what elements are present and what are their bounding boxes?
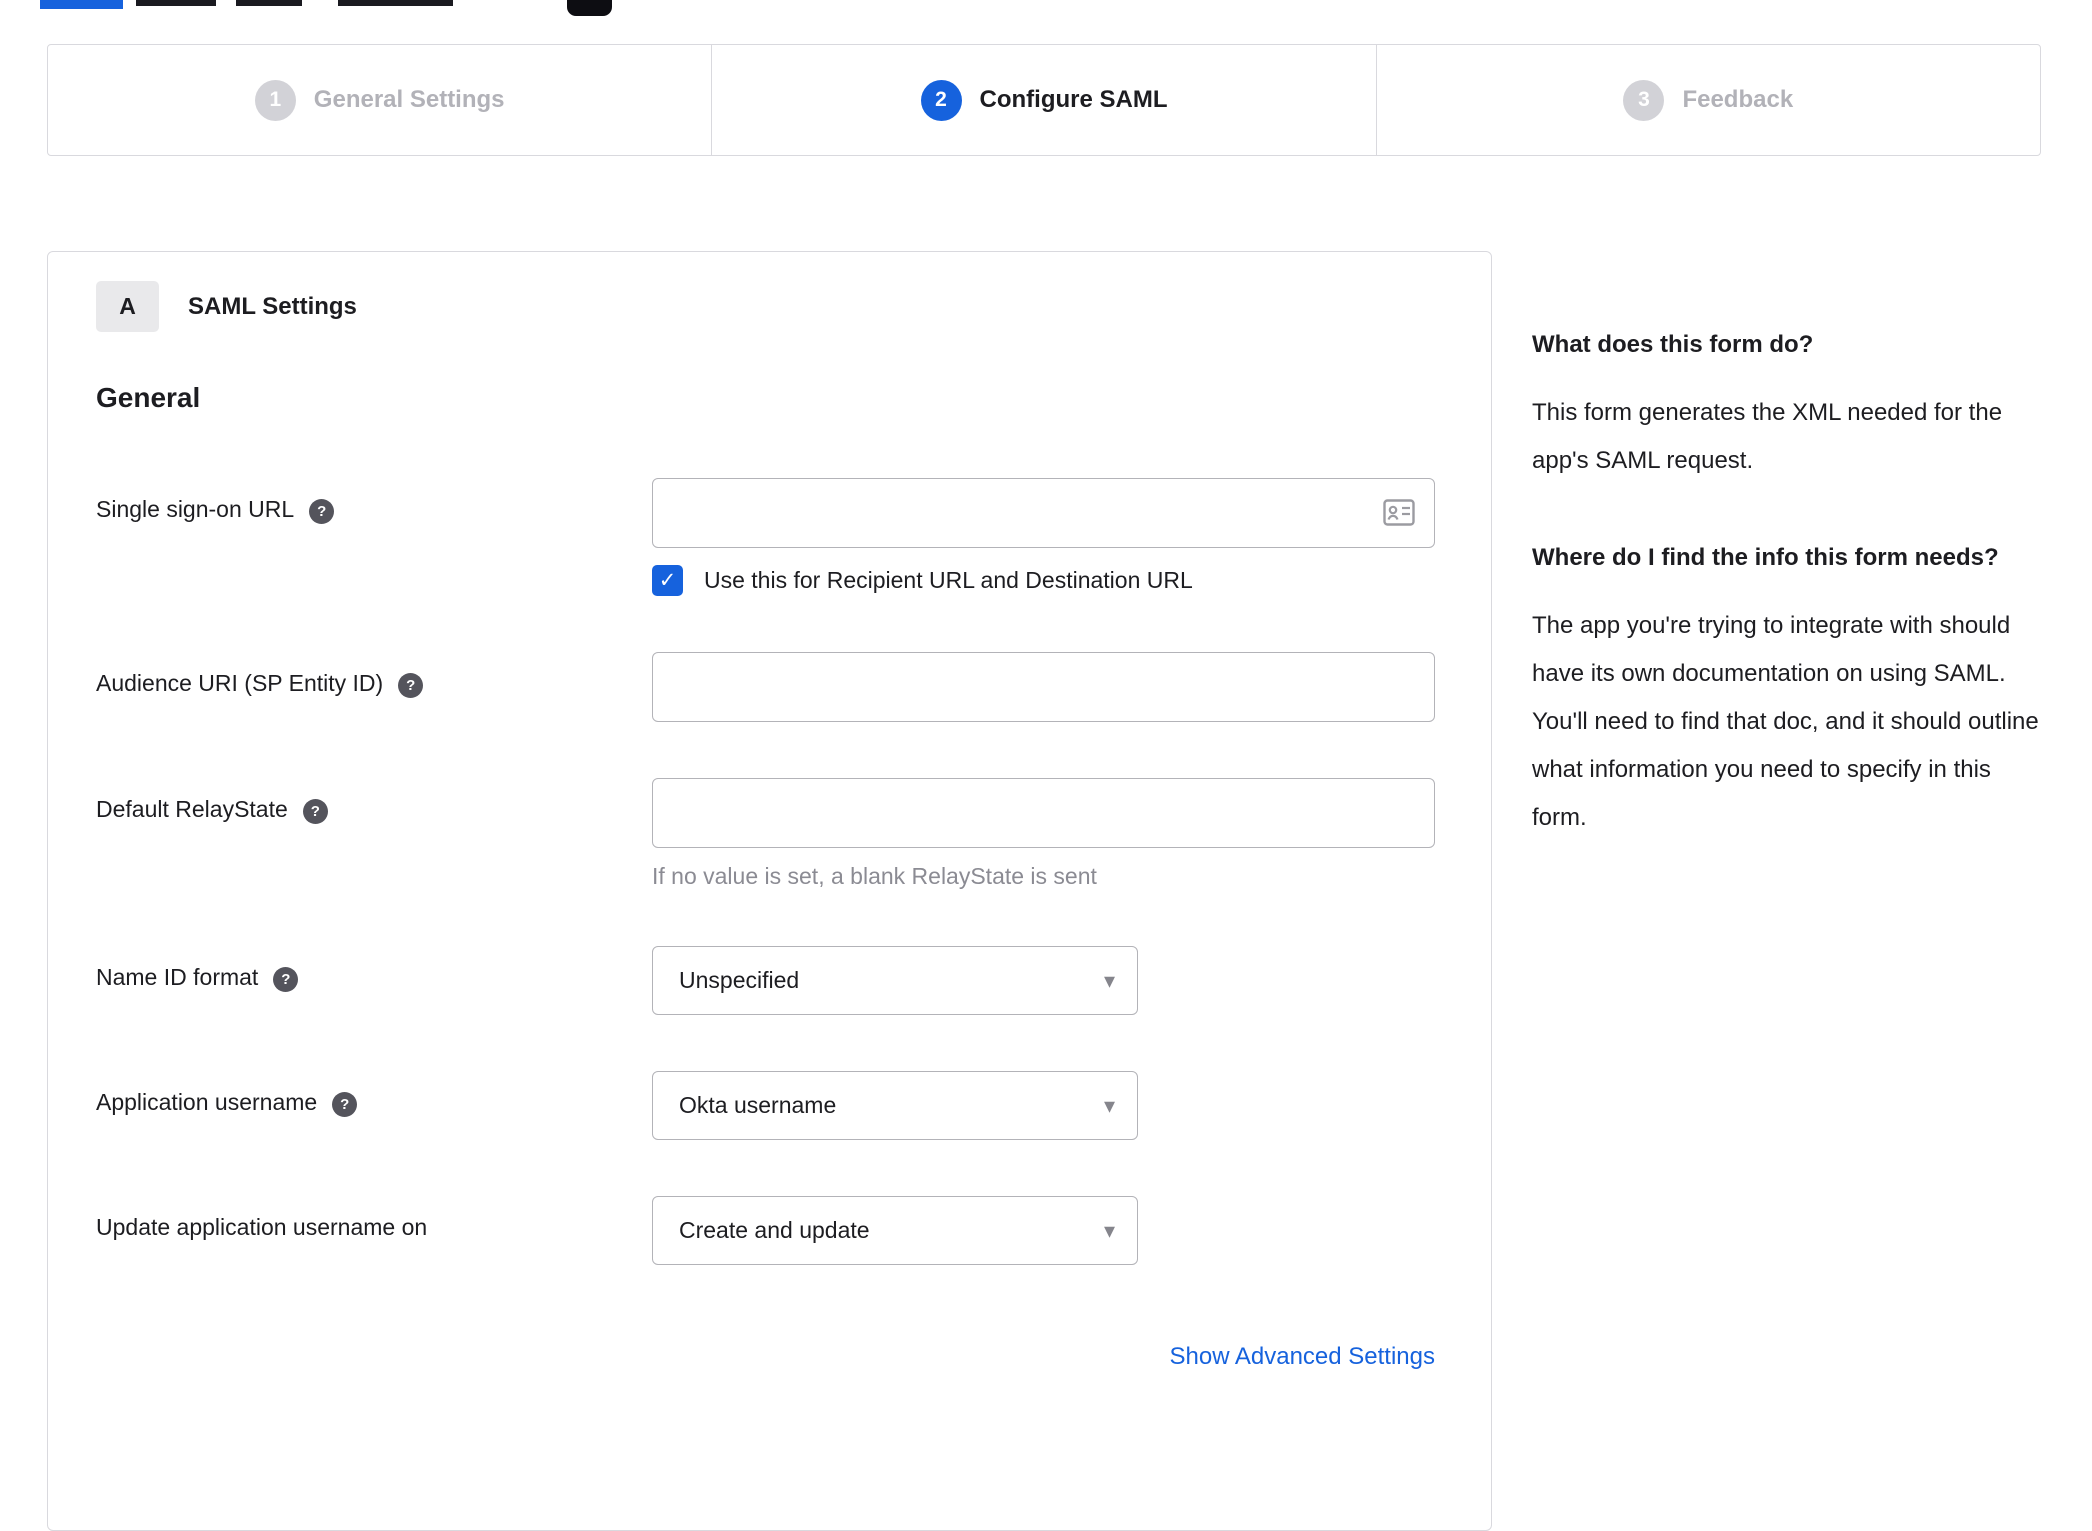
help-section-what: What does this form do? This form genera… <box>1532 326 2044 485</box>
clipped-header-fragment <box>338 0 453 6</box>
section-title: SAML Settings <box>188 292 357 320</box>
single-sign-on-url-controls: ✓ Use this for Recipient URL and Destina… <box>652 478 1443 596</box>
default-relaystate-input[interactable] <box>652 778 1435 848</box>
name-id-format-controls: Unspecified ▾ <box>652 946 1443 1015</box>
default-relaystate-hint: If no value is set, a blank RelayState i… <box>652 863 1097 889</box>
audience-uri-label-wrap: Audience URI (SP Entity ID) ? <box>96 652 652 722</box>
field-label: Default RelayState <box>96 796 288 822</box>
section-a-badge: A <box>96 281 159 332</box>
step-feedback[interactable]: 3 Feedback <box>1375 45 2040 155</box>
selected-value: Create and update <box>679 1217 870 1243</box>
help-heading: Where do I find the info this form needs… <box>1532 544 1999 571</box>
chevron-down-icon: ▾ <box>1103 1092 1115 1118</box>
help-sidebar: What does this form do? This form genera… <box>1532 326 2044 896</box>
default-relaystate-controls: If no value is set, a blank RelayState i… <box>652 778 1443 890</box>
help-body: This form generates the XML needed for t… <box>1532 399 2003 474</box>
wizard-stepper: 1 General Settings 2 Configure SAML 3 Fe… <box>47 44 2041 156</box>
help-icon[interactable]: ? <box>398 673 424 698</box>
name-id-format-label-wrap: Name ID format ? <box>96 946 652 1015</box>
field-label: Audience URI (SP Entity ID) <box>96 670 384 696</box>
field-label: Update application username on <box>96 1214 428 1240</box>
chevron-down-icon: ▾ <box>1103 1217 1115 1243</box>
selected-value: Okta username <box>679 1092 837 1118</box>
update-application-username-label-wrap: Update application username on <box>96 1196 652 1265</box>
help-icon[interactable]: ? <box>309 499 335 524</box>
help-section-where: Where do I find the info this form needs… <box>1532 539 2044 842</box>
field-label: Single sign-on URL <box>96 496 295 522</box>
help-heading: What does this form do? <box>1532 331 1814 358</box>
step-general-settings[interactable]: 1 General Settings <box>48 45 711 155</box>
general-group-heading: General <box>96 382 201 413</box>
recipient-url-checkbox[interactable]: ✓ <box>652 565 683 596</box>
single-sign-on-url-row: Single sign-on URL ? ✓ Use this for Reci… <box>96 478 1443 596</box>
step-number-badge: 3 <box>1623 79 1665 121</box>
default-relaystate-label-wrap: Default RelayState ? <box>96 778 652 890</box>
saml-settings-panel: A SAML Settings General Single sign-on U… <box>47 251 1492 1531</box>
single-sign-on-url-input[interactable] <box>652 478 1435 548</box>
audience-uri-input-wrap <box>652 652 1435 722</box>
help-icon[interactable]: ? <box>302 799 328 824</box>
update-application-username-row: Update application username on Create an… <box>96 1196 1443 1265</box>
show-advanced-settings-link[interactable]: Show Advanced Settings <box>1169 1343 1435 1370</box>
step-configure-saml[interactable]: 2 Configure SAML <box>711 45 1375 155</box>
step-label: Configure SAML <box>979 86 1168 113</box>
advanced-settings-link-row: Show Advanced Settings <box>96 1343 1435 1371</box>
section-header: A SAML Settings <box>96 281 1443 332</box>
clipped-header-fragment <box>136 0 216 6</box>
recipient-url-checkbox-row: ✓ Use this for Recipient URL and Destina… <box>652 565 1443 596</box>
field-label: Application username <box>96 1089 318 1115</box>
application-username-row: Application username ? Okta username ▾ <box>96 1071 1443 1140</box>
selected-value: Unspecified <box>679 967 800 993</box>
help-icon[interactable]: ? <box>332 1092 358 1117</box>
application-username-label-wrap: Application username ? <box>96 1071 652 1140</box>
contact-card-icon[interactable] <box>1383 499 1415 531</box>
step-label: General Settings <box>313 86 505 113</box>
recipient-url-checkbox-label: Use this for Recipient URL and Destinati… <box>704 567 1193 593</box>
name-id-format-select[interactable]: Unspecified ▾ <box>652 946 1138 1015</box>
clipped-app-icon-fragment <box>567 0 612 16</box>
audience-uri-controls <box>652 652 1443 722</box>
check-icon: ✓ <box>658 569 677 592</box>
chevron-down-icon: ▾ <box>1103 967 1115 993</box>
step-label: Feedback <box>1682 86 1794 113</box>
field-label: Name ID format <box>96 964 259 990</box>
clipped-header-fragment <box>40 0 123 9</box>
step-number-badge: 2 <box>920 79 962 121</box>
step-number-badge: 1 <box>254 79 296 121</box>
single-sign-on-url-input-wrap <box>652 478 1435 548</box>
update-application-username-controls: Create and update ▾ <box>652 1196 1443 1265</box>
audience-uri-input[interactable] <box>652 652 1435 722</box>
clipped-header-fragment <box>236 0 302 6</box>
update-application-username-select[interactable]: Create and update ▾ <box>652 1196 1138 1265</box>
application-username-select[interactable]: Okta username ▾ <box>652 1071 1138 1140</box>
application-username-controls: Okta username ▾ <box>652 1071 1443 1140</box>
default-relaystate-row: Default RelayState ? If no value is set,… <box>96 778 1443 890</box>
single-sign-on-url-label-wrap: Single sign-on URL ? <box>96 478 652 596</box>
audience-uri-row: Audience URI (SP Entity ID) ? <box>96 652 1443 722</box>
name-id-format-row: Name ID format ? Unspecified ▾ <box>96 946 1443 1015</box>
help-body: The app you're trying to integrate with … <box>1532 612 2039 831</box>
help-icon[interactable]: ? <box>273 967 299 992</box>
default-relaystate-input-wrap <box>652 778 1435 848</box>
